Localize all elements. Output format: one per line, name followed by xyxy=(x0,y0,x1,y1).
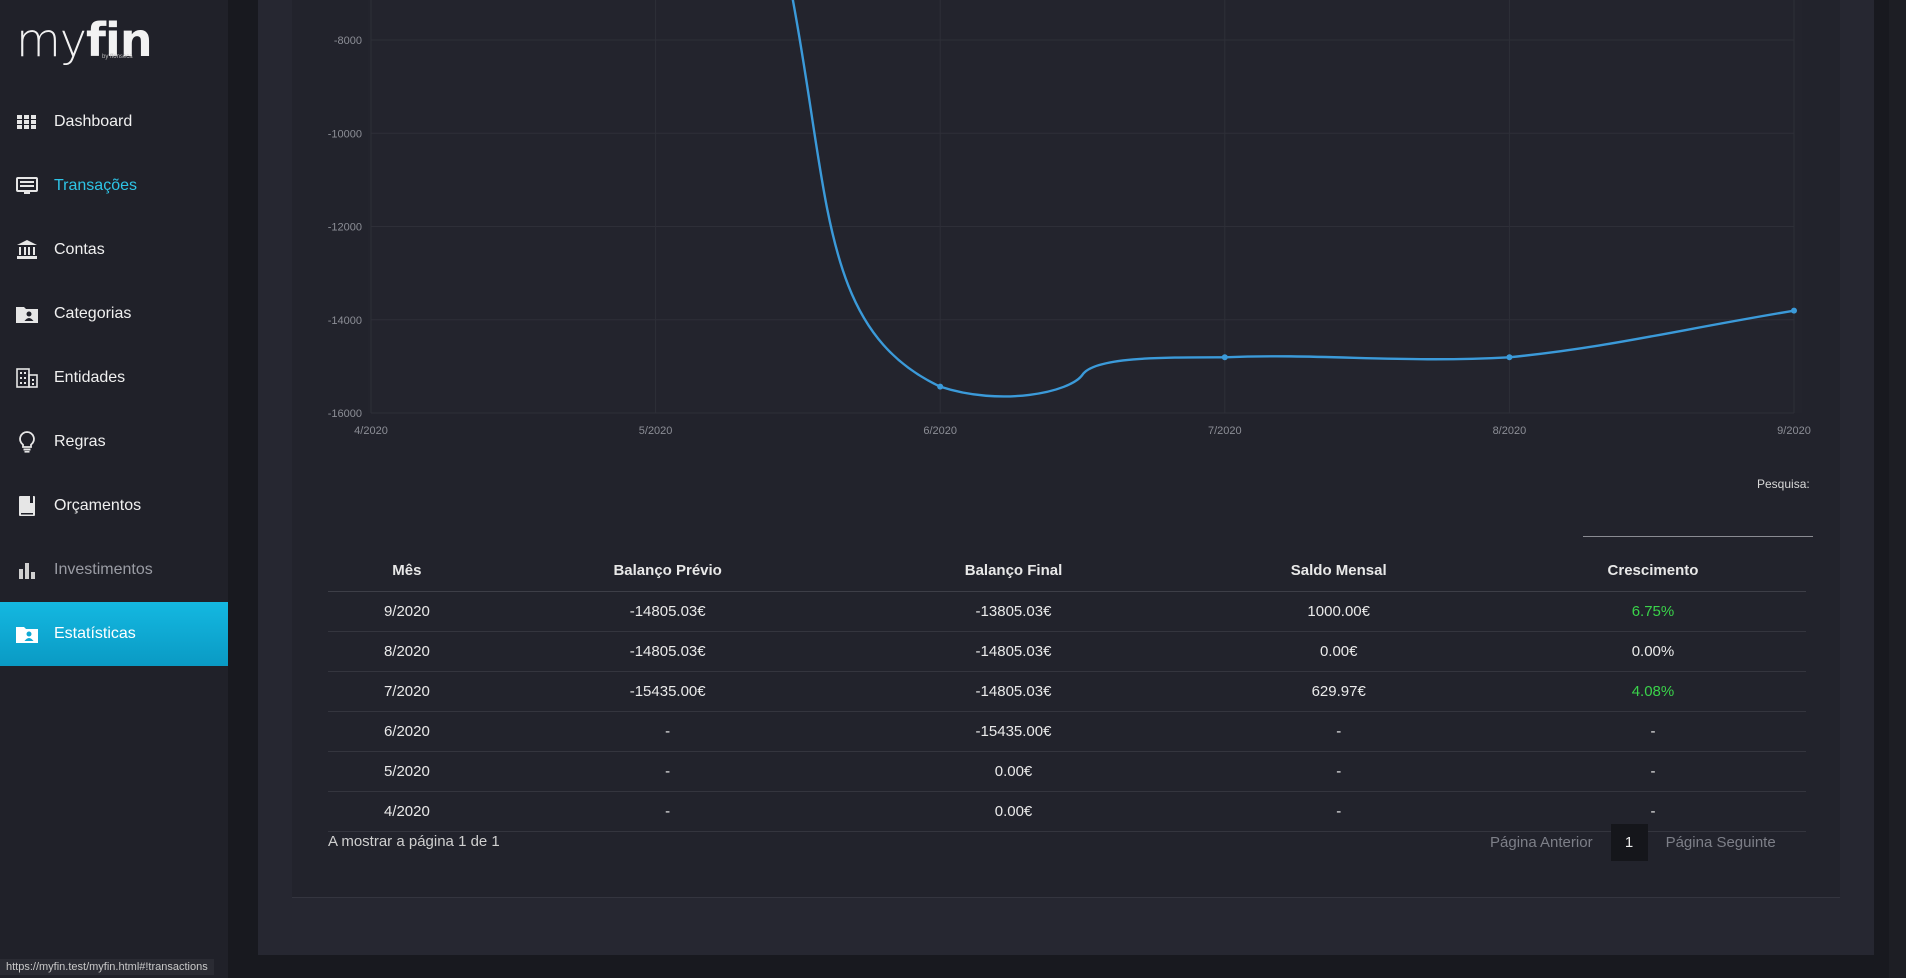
table-row: 8/2020 -14805.03€ -14805.03€ 0.00€ 0.00% xyxy=(328,631,1806,672)
stats-table: Mês Balanço Prévio Balanço Final Saldo M… xyxy=(328,549,1806,832)
cell-final-balance: -14805.03€ xyxy=(849,631,1178,672)
data-point xyxy=(937,383,944,390)
x-tick-label: 7/2020 xyxy=(1208,425,1242,437)
book-icon xyxy=(16,496,38,516)
cell-previous-balance: - xyxy=(485,791,850,832)
page-scrollbar[interactable] xyxy=(1889,0,1906,978)
cell-previous-balance: -15435.00€ xyxy=(485,671,850,712)
x-tick-label: 8/2020 xyxy=(1493,425,1527,437)
table-row: 7/2020 -15435.00€ -14805.03€ 629.97€ 4.0… xyxy=(328,671,1806,712)
cell-monthly-balance: 1000.00€ xyxy=(1177,591,1500,632)
bar-chart-icon xyxy=(16,560,38,580)
data-point xyxy=(1791,307,1797,314)
cell-final-balance: -15435.00€ xyxy=(849,711,1178,752)
cell-monthly-balance: 629.97€ xyxy=(1177,671,1500,712)
cell-final-balance: 0.00€ xyxy=(849,751,1178,792)
cell-month: 6/2020 xyxy=(328,711,486,752)
search-label: Pesquisa: xyxy=(1757,477,1810,491)
y-tick-label: -14000 xyxy=(328,315,362,327)
cell-monthly-balance: 0.00€ xyxy=(1177,631,1500,672)
cell-final-balance: -13805.03€ xyxy=(849,591,1178,632)
next-page-button[interactable]: Página Seguinte xyxy=(1666,834,1776,851)
folder-user-icon xyxy=(16,624,38,644)
column-header-crescimento[interactable]: Crescimento xyxy=(1499,549,1806,592)
y-tick-label: -16000 xyxy=(328,408,362,420)
table-row: 9/2020 -14805.03€ -13805.03€ 1000.00€ 6.… xyxy=(328,591,1806,632)
cell-month: 5/2020 xyxy=(328,751,486,792)
cell-monthly-balance: - xyxy=(1177,711,1500,752)
cell-previous-balance: -14805.03€ xyxy=(485,631,850,672)
cell-month: 8/2020 xyxy=(328,631,486,672)
cell-month: 4/2020 xyxy=(328,791,486,832)
x-tick-label: 5/2020 xyxy=(639,425,673,437)
data-point xyxy=(1221,354,1228,361)
search-input[interactable] xyxy=(1583,536,1813,537)
pagination-info: A mostrar a página 1 de 1 xyxy=(328,833,500,850)
cell-final-balance: 0.00€ xyxy=(849,791,1178,832)
series-line xyxy=(791,0,1795,398)
table-header-row: Mês Balanço Prévio Balanço Final Saldo M… xyxy=(328,549,1806,592)
cell-monthly-balance: - xyxy=(1177,791,1500,832)
x-tick-label: 6/2020 xyxy=(923,425,957,437)
cell-previous-balance: - xyxy=(485,711,850,752)
cell-month: 9/2020 xyxy=(328,591,486,632)
cell-previous-balance: -14805.03€ xyxy=(485,591,850,632)
table-row: 6/2020 - -15435.00€ - - xyxy=(328,711,1806,752)
column-header-balanco-previo[interactable]: Balanço Prévio xyxy=(485,549,850,592)
y-tick-label: -12000 xyxy=(328,222,362,234)
x-tick-label: 9/2020 xyxy=(1777,425,1811,437)
cell-growth: - xyxy=(1499,711,1806,752)
balance-line-chart: -8000 -10000 -12000 -14000 -16000 4/2020 5/202… xyxy=(328,0,1811,437)
sidebar-item-label: Investimentos xyxy=(54,561,153,578)
cell-growth: 4.08% xyxy=(1499,671,1806,712)
cell-growth: - xyxy=(1499,751,1806,792)
table-row: 5/2020 - 0.00€ - - xyxy=(328,751,1806,792)
current-page-button[interactable]: 1 xyxy=(1610,824,1648,861)
x-tick-label: 4/2020 xyxy=(354,425,388,437)
cell-growth: 6.75% xyxy=(1499,591,1806,632)
status-bar-url: https://myfin.test/myfin.html#!transacti… xyxy=(0,959,214,975)
column-header-saldo-mensal[interactable]: Saldo Mensal xyxy=(1177,549,1500,592)
sidebar-item-label: Estatísticas xyxy=(54,625,136,642)
column-header-mes[interactable]: Mês xyxy=(328,549,486,592)
pagination: Página Anterior 1 Página Seguinte xyxy=(1490,824,1776,861)
data-point xyxy=(1506,354,1513,361)
sidebar-item-investimentos[interactable]: Investimentos xyxy=(0,538,228,602)
sidebar-item-orcamentos[interactable]: Orçamentos xyxy=(0,474,228,538)
sidebar-item-estatisticas[interactable]: Estatísticas xyxy=(0,602,228,666)
cell-month: 7/2020 xyxy=(328,671,486,712)
cell-growth: 0.00% xyxy=(1499,631,1806,672)
y-tick-label: -8000 xyxy=(334,35,362,47)
cell-monthly-balance: - xyxy=(1177,751,1500,792)
previous-page-button[interactable]: Página Anterior xyxy=(1490,834,1593,851)
sidebar-item-label: Orçamentos xyxy=(54,497,142,514)
column-header-balanco-final[interactable]: Balanço Final xyxy=(849,549,1178,592)
cell-previous-balance: - xyxy=(485,751,850,792)
cell-final-balance: -14805.03€ xyxy=(849,671,1178,712)
y-tick-label: -10000 xyxy=(328,128,362,140)
